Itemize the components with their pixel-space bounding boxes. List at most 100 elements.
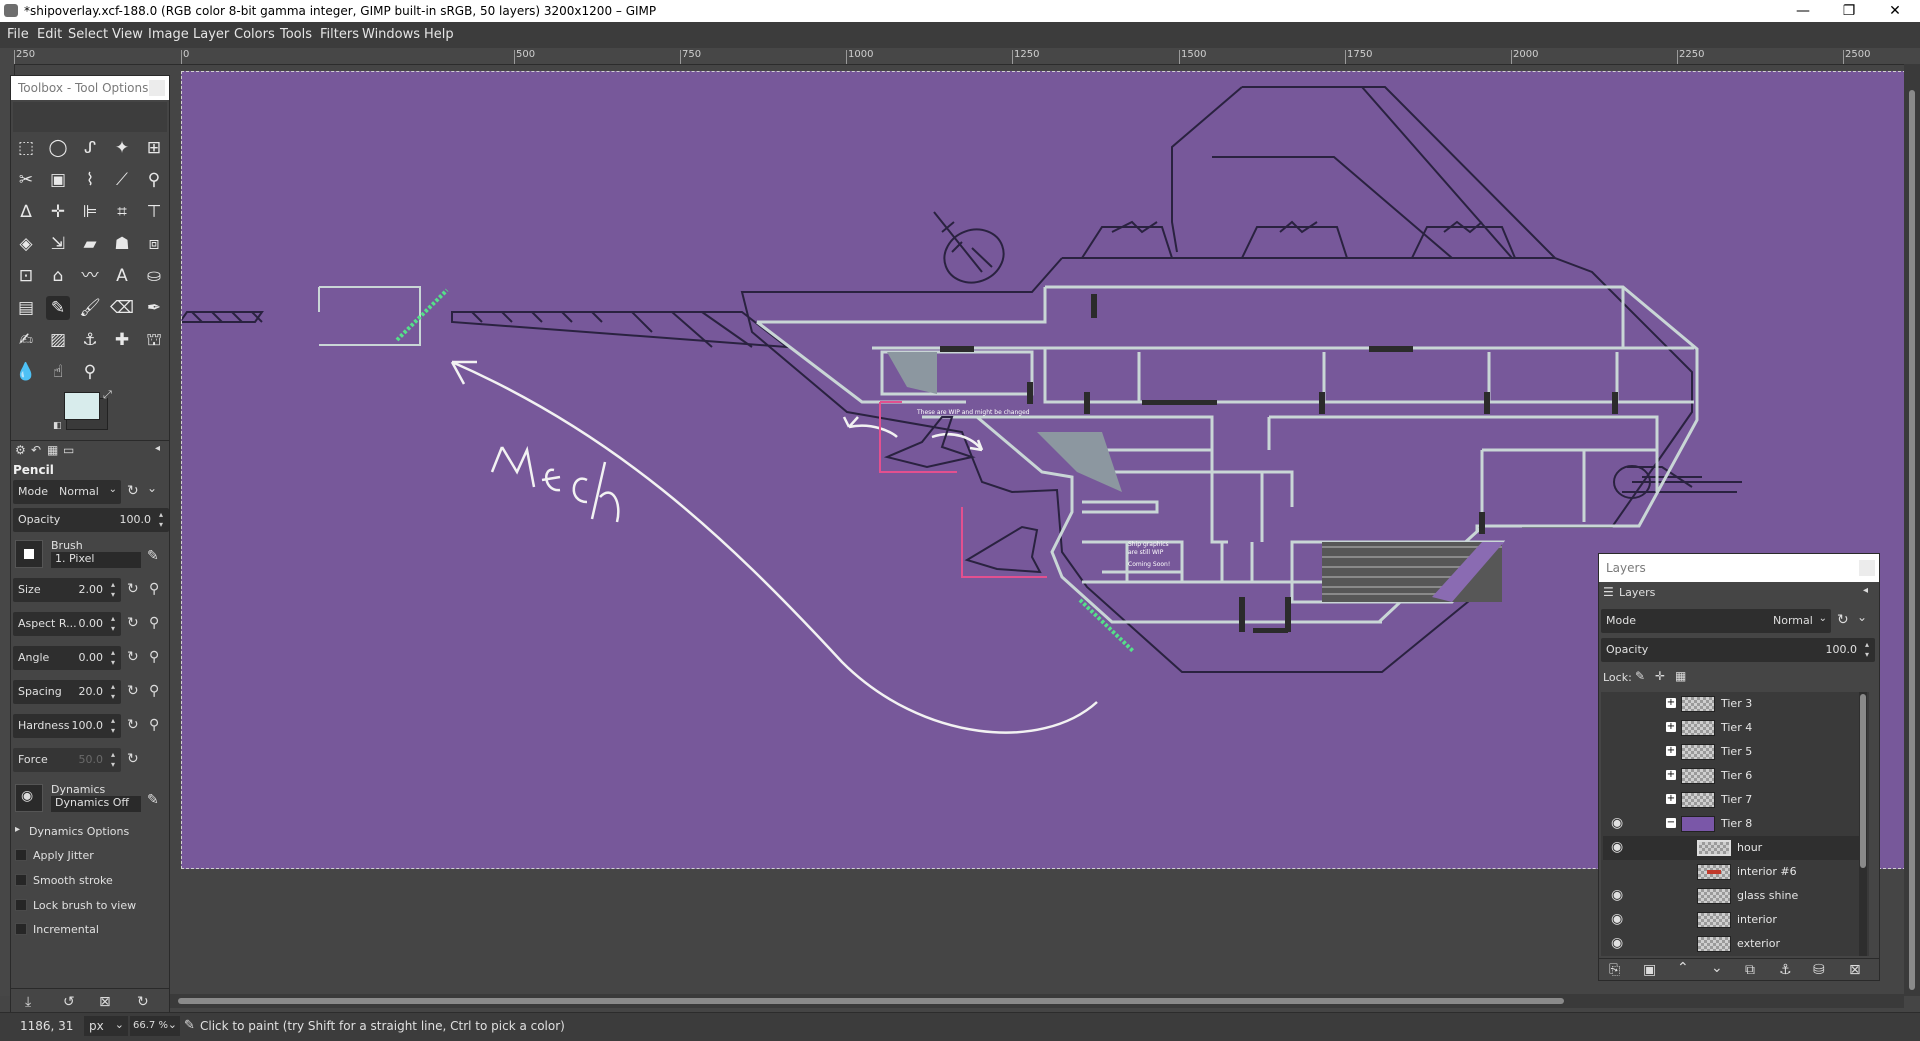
- eye-icon[interactable]: ◉: [1611, 911, 1623, 927]
- toolbox-close-icon[interactable]: [149, 80, 165, 96]
- layers-close-icon[interactable]: [1859, 560, 1875, 576]
- layer-row-tier-7[interactable]: + Tier 7: [1603, 788, 1867, 812]
- reset-layer-mode-icon[interactable]: ↻: [1837, 612, 1849, 628]
- menu-file[interactable]: File: [7, 27, 29, 42]
- layer-row-tier-6[interactable]: + Tier 6: [1603, 764, 1867, 788]
- lock-pixels-icon[interactable]: ✎: [1635, 669, 1645, 683]
- hardness-spinner-icon[interactable]: ▴ ▾: [107, 716, 119, 736]
- collapse-minus-icon[interactable]: −: [1666, 818, 1676, 828]
- pencil-icon[interactable]: ✎: [46, 296, 70, 320]
- ellipse-select-icon[interactable]: ◯: [46, 136, 70, 160]
- layer-row-tier-8[interactable]: ◉ − Tier 8: [1603, 812, 1867, 836]
- apply-jitter-checkbox[interactable]: [15, 849, 27, 861]
- menu-filters[interactable]: Filters: [320, 27, 359, 42]
- expand-plus-icon[interactable]: +: [1666, 722, 1676, 732]
- merge-layer-icon[interactable]: ⛁: [1813, 962, 1825, 978]
- zoom-select[interactable]: 66.7 % ⌄: [130, 1016, 180, 1036]
- link-hardness-icon[interactable]: ⚲: [149, 717, 159, 733]
- layer-row-interior-6[interactable]: interior #6: [1603, 860, 1867, 884]
- layer-list-scroll-thumb[interactable]: [1860, 694, 1866, 868]
- reset-force-icon[interactable]: ↻: [127, 751, 139, 767]
- chevron-down-icon[interactable]: ⌄: [1857, 610, 1867, 624]
- reset-size-icon[interactable]: ↻: [127, 581, 139, 597]
- device-status-tab-icon[interactable]: ▭: [63, 443, 74, 457]
- expand-dynamics-options-icon[interactable]: ▸: [15, 824, 20, 835]
- layer-row-interior[interactable]: ◉ interior: [1603, 908, 1867, 932]
- eye-icon[interactable]: ◉: [1611, 839, 1623, 855]
- lock-brush-checkbox[interactable]: [15, 899, 27, 911]
- horizontal-ruler[interactable]: 250 0 500 750 1000 1250 1500 1750 2000 2…: [0, 48, 1920, 65]
- minimize-button[interactable]: —: [1780, 0, 1826, 22]
- layer-row-exterior[interactable]: ◉ exterior: [1603, 932, 1867, 956]
- delete-layer-icon[interactable]: ⊠: [1849, 962, 1861, 978]
- fuzzy-select-icon[interactable]: ✦: [110, 136, 134, 160]
- save-options-icon[interactable]: ⤓: [25, 994, 31, 1010]
- text-icon[interactable]: A: [110, 264, 134, 288]
- link-aspect-icon[interactable]: ⚲: [149, 615, 159, 631]
- link-size-icon[interactable]: ⚲: [149, 581, 159, 597]
- smooth-stroke-checkbox[interactable]: [15, 874, 27, 886]
- link-spacing-icon[interactable]: ⚲: [149, 683, 159, 699]
- force-slider[interactable]: Force 50.0 ▴ ▾: [13, 748, 121, 772]
- chevron-down-icon[interactable]: ⌄: [147, 481, 157, 495]
- layer-mode-select[interactable]: Mode Normal ⌄: [1601, 609, 1831, 633]
- layer-row-glass-shine[interactable]: ◉ glass shine: [1603, 884, 1867, 908]
- aspect-ratio-slider[interactable]: Aspect R... 0.00 ▴ ▾: [13, 612, 121, 636]
- layers-title-bar[interactable]: Layers: [1599, 554, 1879, 582]
- menu-select[interactable]: Select: [68, 27, 108, 42]
- dynamics-preview[interactable]: ◉: [15, 784, 43, 812]
- reset-hardness-icon[interactable]: ↻: [127, 717, 139, 733]
- perspective-icon[interactable]: ⧈: [142, 232, 166, 256]
- airbrush-icon[interactable]: ✒: [142, 296, 166, 320]
- reset-options-icon[interactable]: ↻: [137, 994, 149, 1010]
- reset-mode-icon[interactable]: ↻: [127, 483, 139, 499]
- force-spinner-icon[interactable]: ▴ ▾: [107, 750, 119, 770]
- expand-plus-icon[interactable]: +: [1666, 746, 1676, 756]
- align-icon[interactable]: ⊫: [78, 200, 102, 224]
- bucket-fill-icon[interactable]: ⛀: [142, 264, 166, 288]
- reset-angle-icon[interactable]: ↻: [127, 649, 139, 665]
- warp-icon[interactable]: ☗: [110, 232, 134, 256]
- blur-icon[interactable]: 💧: [14, 360, 38, 384]
- lock-position-icon[interactable]: ✛: [1655, 669, 1665, 683]
- scissors-select-icon[interactable]: ✂: [14, 168, 38, 192]
- eye-icon[interactable]: ◉: [1611, 887, 1623, 903]
- layers-tab-label[interactable]: Layers: [1619, 586, 1655, 599]
- clone-icon[interactable]: ⚓: [78, 328, 102, 352]
- angle-spinner-icon[interactable]: ▴ ▾: [107, 648, 119, 668]
- select-by-color-icon[interactable]: ▣: [46, 168, 70, 192]
- menu-view[interactable]: View: [112, 27, 143, 42]
- foreground-color-swatch[interactable]: [64, 392, 100, 420]
- size-spinner-icon[interactable]: ▴ ▾: [107, 580, 119, 600]
- tab-menu-icon[interactable]: ◂: [155, 443, 160, 454]
- lasso-select-icon[interactable]: ᔑ: [78, 136, 102, 160]
- rect-select-icon[interactable]: ⬚: [14, 136, 38, 160]
- swap-colors-icon[interactable]: ⤢: [103, 388, 112, 402]
- expand-plus-icon[interactable]: +: [1666, 698, 1676, 708]
- spacing-slider[interactable]: Spacing 20.0 ▴ ▾: [13, 680, 121, 704]
- angle-slider[interactable]: Angle 0.00 ▴ ▾: [13, 646, 121, 670]
- dodge-burn-icon[interactable]: ⚲: [78, 360, 102, 384]
- edit-dynamics-icon[interactable]: ✎: [147, 792, 159, 808]
- tool-options-tab-icon[interactable]: ⚙: [15, 443, 26, 457]
- size-slider[interactable]: Size 2.00 ▴ ▾: [13, 578, 121, 602]
- horizontal-scroll-thumb[interactable]: [178, 998, 1564, 1004]
- handle-transform-icon[interactable]: ⊡: [14, 264, 38, 288]
- shear-icon[interactable]: ▰: [78, 232, 102, 256]
- hardness-slider[interactable]: Hardness 100.0 ▴ ▾: [13, 714, 121, 738]
- undo-history-tab-icon[interactable]: ↶: [31, 443, 41, 457]
- brush-preview[interactable]: [15, 540, 43, 568]
- menu-edit[interactable]: Edit: [37, 27, 62, 42]
- new-layer-icon[interactable]: ⎘: [1609, 962, 1620, 978]
- layer-row-tier-3[interactable]: + Tier 3: [1603, 692, 1867, 716]
- eye-icon[interactable]: ◉: [1611, 935, 1623, 951]
- cage-transform-icon[interactable]: ⌂: [46, 264, 70, 288]
- expand-plus-icon[interactable]: +: [1666, 770, 1676, 780]
- expand-plus-icon[interactable]: +: [1666, 794, 1676, 804]
- move-icon[interactable]: ✛: [46, 200, 70, 224]
- lower-layer-icon[interactable]: ⌄: [1711, 960, 1723, 976]
- menu-help[interactable]: Help: [424, 27, 454, 42]
- close-button[interactable]: ✕: [1872, 0, 1918, 22]
- warp-transform-icon[interactable]: 〰: [78, 264, 102, 288]
- layer-row-tier-4[interactable]: + Tier 4: [1603, 716, 1867, 740]
